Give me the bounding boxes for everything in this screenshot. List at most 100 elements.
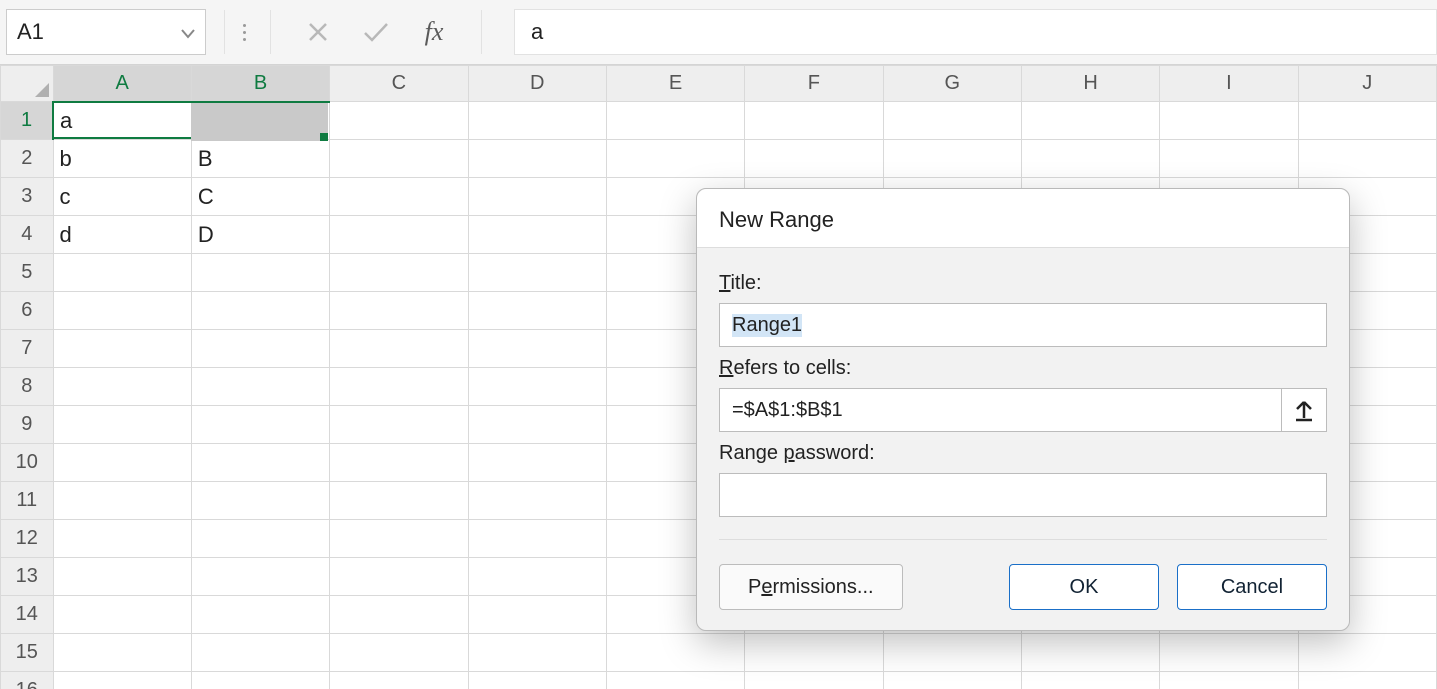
cell[interactable] <box>1160 140 1298 178</box>
row-header[interactable]: 11 <box>1 482 54 520</box>
cell[interactable] <box>1298 140 1436 178</box>
cell[interactable] <box>468 178 606 216</box>
cell[interactable] <box>1021 634 1159 672</box>
row-header[interactable]: 16 <box>1 672 54 689</box>
cell[interactable] <box>883 672 1021 689</box>
cell[interactable]: B <box>191 140 329 178</box>
cell[interactable] <box>330 330 468 368</box>
more-icon[interactable] <box>243 24 246 41</box>
cell[interactable] <box>191 558 329 596</box>
column-header[interactable]: A <box>53 66 191 102</box>
row-header[interactable]: 13 <box>1 558 54 596</box>
cell[interactable] <box>191 406 329 444</box>
refers-input[interactable]: =$A$1:$B$1 <box>719 388 1281 432</box>
cell[interactable] <box>53 520 191 558</box>
cell[interactable] <box>468 330 606 368</box>
cell[interactable] <box>53 596 191 634</box>
column-header[interactable]: F <box>745 66 883 102</box>
cell[interactable] <box>468 596 606 634</box>
column-header[interactable]: H <box>1021 66 1159 102</box>
cell[interactable] <box>330 254 468 292</box>
row-header[interactable]: 3 <box>1 178 54 216</box>
cell[interactable]: d <box>53 216 191 254</box>
fx-icon[interactable]: fx <box>405 12 463 52</box>
cell[interactable] <box>468 482 606 520</box>
cell[interactable] <box>330 406 468 444</box>
row-header[interactable]: 1 <box>1 102 54 140</box>
select-all-corner[interactable] <box>1 66 54 102</box>
cell[interactable] <box>191 672 329 689</box>
cell[interactable] <box>1160 672 1298 689</box>
enter-icon[interactable] <box>347 12 405 52</box>
column-header[interactable]: G <box>883 66 1021 102</box>
cell[interactable] <box>191 254 329 292</box>
cell[interactable]: c <box>53 178 191 216</box>
cell[interactable] <box>330 102 468 140</box>
cell[interactable] <box>330 558 468 596</box>
row-header[interactable]: 2 <box>1 140 54 178</box>
cell[interactable] <box>330 634 468 672</box>
cell[interactable] <box>468 520 606 558</box>
cell[interactable] <box>330 292 468 330</box>
cell[interactable] <box>468 254 606 292</box>
cell[interactable]: C <box>191 178 329 216</box>
cell[interactable] <box>191 330 329 368</box>
cell[interactable] <box>468 216 606 254</box>
cell[interactable] <box>1298 634 1436 672</box>
cell[interactable] <box>468 368 606 406</box>
cell[interactable] <box>468 558 606 596</box>
cell[interactable] <box>468 140 606 178</box>
cancel-icon[interactable] <box>289 12 347 52</box>
cell[interactable] <box>883 102 1021 140</box>
password-input[interactable] <box>719 473 1327 517</box>
cancel-button[interactable]: Cancel <box>1177 564 1327 610</box>
cell[interactable] <box>53 444 191 482</box>
formula-input[interactable]: a <box>514 9 1437 55</box>
cell[interactable] <box>1298 102 1436 140</box>
cell[interactable] <box>191 634 329 672</box>
cell[interactable] <box>745 672 883 689</box>
cell[interactable] <box>330 672 468 689</box>
cell[interactable] <box>330 216 468 254</box>
cell[interactable] <box>191 444 329 482</box>
cell[interactable] <box>330 368 468 406</box>
cell[interactable] <box>53 254 191 292</box>
column-header[interactable]: E <box>606 66 744 102</box>
cell[interactable] <box>191 482 329 520</box>
cell[interactable] <box>1021 102 1159 140</box>
cell[interactable] <box>745 102 883 140</box>
cell[interactable] <box>53 292 191 330</box>
collapse-dialog-button[interactable] <box>1281 388 1327 432</box>
row-header[interactable]: 6 <box>1 292 54 330</box>
column-header[interactable]: I <box>1160 66 1298 102</box>
cell[interactable] <box>53 672 191 689</box>
cell[interactable] <box>191 292 329 330</box>
cell[interactable] <box>53 558 191 596</box>
row-header[interactable]: 10 <box>1 444 54 482</box>
cell[interactable] <box>883 140 1021 178</box>
cell[interactable] <box>468 292 606 330</box>
ok-button[interactable]: OK <box>1009 564 1159 610</box>
cell[interactable] <box>330 140 468 178</box>
cell[interactable] <box>1160 102 1298 140</box>
name-box[interactable]: A1 <box>6 9 206 55</box>
column-header[interactable]: B <box>191 66 329 102</box>
cell[interactable] <box>606 672 744 689</box>
permissions-button[interactable]: Permissions... <box>719 564 903 610</box>
cell[interactable] <box>468 444 606 482</box>
row-header[interactable]: 15 <box>1 634 54 672</box>
cell[interactable] <box>1298 672 1436 689</box>
cell[interactable] <box>191 596 329 634</box>
cell[interactable] <box>468 672 606 689</box>
cell[interactable]: D <box>191 216 329 254</box>
cell[interactable]: a <box>53 102 191 140</box>
cell[interactable] <box>330 178 468 216</box>
cell[interactable] <box>1021 140 1159 178</box>
row-header[interactable]: 9 <box>1 406 54 444</box>
row-header[interactable]: 8 <box>1 368 54 406</box>
cell[interactable] <box>53 482 191 520</box>
cell[interactable] <box>330 444 468 482</box>
cell[interactable] <box>53 634 191 672</box>
cell[interactable] <box>53 406 191 444</box>
cell[interactable] <box>606 102 744 140</box>
